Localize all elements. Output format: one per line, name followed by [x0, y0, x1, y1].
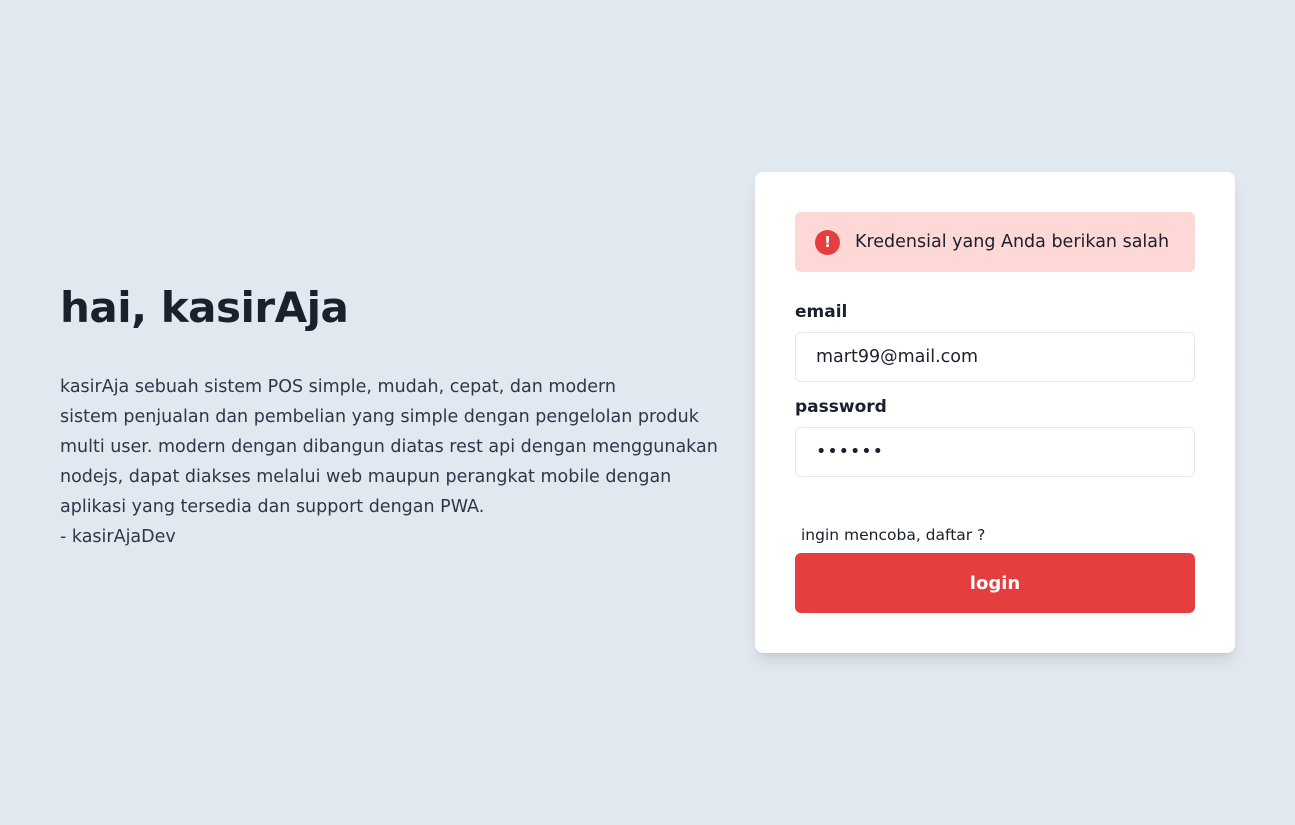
description-line: sistem penjualan dan pembelian yang simp… — [60, 407, 699, 427]
description-line: kasirAja sebuah sistem POS simple, mudah… — [60, 377, 617, 397]
password-label: password — [795, 397, 887, 417]
description-signature: - kasirAjaDev — [60, 527, 176, 547]
exclamation-circle-icon: ! — [815, 229, 840, 255]
app-description: kasirAja sebuah sistem POS simple, mudah… — [60, 372, 730, 552]
signup-link[interactable]: ingin mencoba, daftar ? — [801, 526, 985, 544]
email-label: email — [795, 302, 848, 322]
description-line: nodejs, dapat diakses melalui web maupun… — [60, 467, 672, 487]
hero-section: hai, kasirAja kasirAja sebuah sistem POS… — [60, 280, 730, 552]
login-card: ! Kredensial yang Anda berikan salah ema… — [755, 172, 1235, 653]
description-line: aplikasi yang tersedia dan support denga… — [60, 497, 485, 517]
email-field[interactable] — [795, 332, 1195, 382]
login-button[interactable]: login — [795, 553, 1195, 613]
description-line: multi user. modern dengan dibangun diata… — [60, 437, 718, 457]
error-alert: ! Kredensial yang Anda berikan salah — [795, 212, 1195, 272]
error-message: Kredensial yang Anda berikan salah — [855, 232, 1170, 252]
login-page: hai, kasirAja kasirAja sebuah sistem POS… — [0, 0, 1295, 825]
password-field[interactable] — [795, 427, 1195, 477]
page-title: hai, kasirAja — [60, 283, 349, 332]
